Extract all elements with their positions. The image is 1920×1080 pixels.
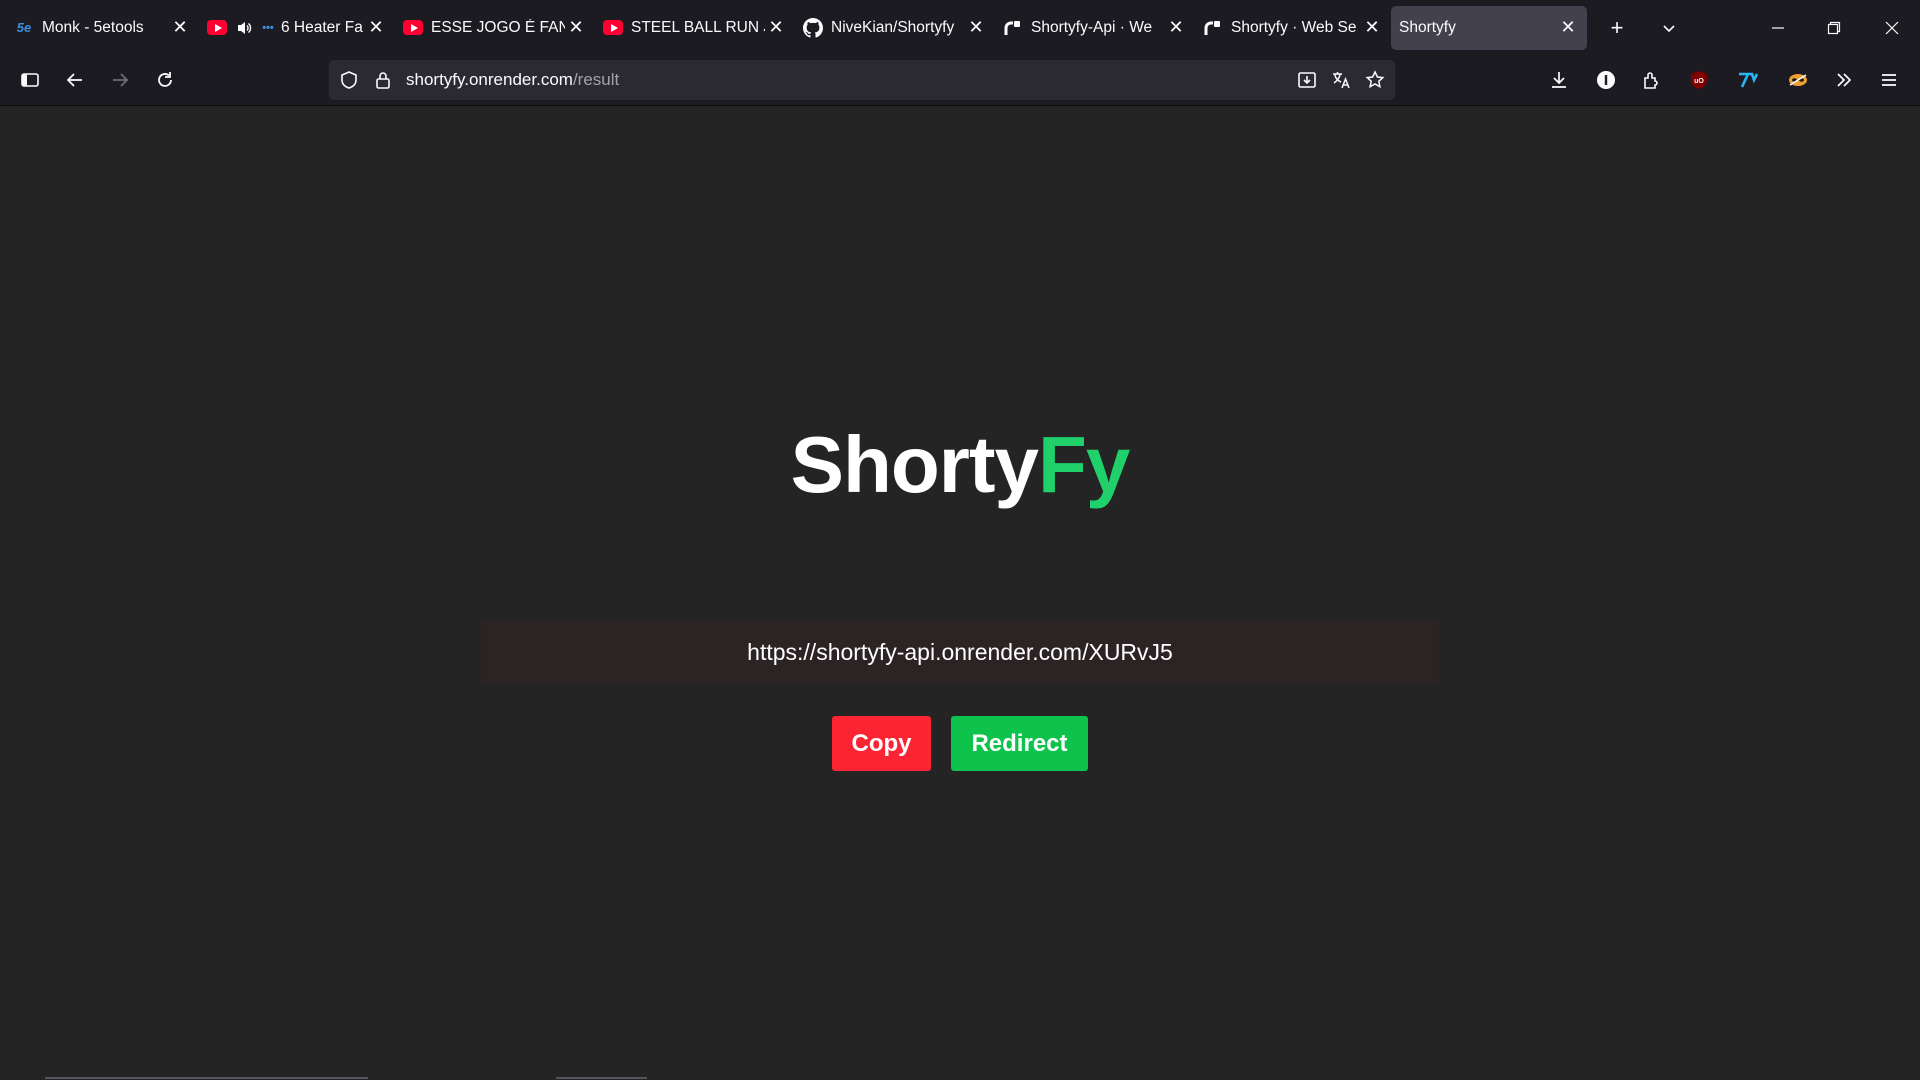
speaker-icon[interactable] bbox=[235, 19, 253, 37]
close-tab-icon[interactable]: ✕ bbox=[1557, 17, 1579, 39]
logo-main-text: Shorty bbox=[790, 420, 1039, 509]
copy-button[interactable]: Copy bbox=[832, 716, 931, 771]
youtube-icon bbox=[403, 18, 423, 38]
youtube-icon bbox=[207, 18, 227, 38]
github-icon bbox=[803, 17, 823, 38]
extensions-puzzle-icon[interactable] bbox=[1631, 60, 1671, 100]
scroll-indicator bbox=[45, 1077, 368, 1079]
reload-icon[interactable] bbox=[145, 60, 185, 100]
minimize-icon[interactable] bbox=[1750, 0, 1806, 55]
new-tab-button[interactable]: + bbox=[1597, 8, 1637, 48]
close-tab-icon[interactable]: ✕ bbox=[365, 17, 387, 39]
tab-label: NiveKian/Shortyfy bbox=[831, 18, 955, 36]
install-page-icon[interactable] bbox=[1292, 65, 1322, 95]
tab-esse-jogo[interactable]: ESSE JOGO É FANTÁ ✕ bbox=[395, 6, 595, 50]
tracking-protection-shield-icon[interactable] bbox=[334, 65, 364, 95]
scroll-indicator bbox=[556, 1077, 647, 1079]
back-arrow-icon[interactable] bbox=[55, 60, 95, 100]
forward-arrow-icon[interactable] bbox=[100, 60, 140, 100]
url-text[interactable]: shortyfy.onrender.com/result bbox=[406, 70, 619, 90]
translate-icon[interactable] bbox=[1326, 65, 1356, 95]
render-icon bbox=[1003, 18, 1023, 38]
close-window-icon[interactable] bbox=[1864, 0, 1920, 55]
7tv-extension-icon[interactable] bbox=[1728, 60, 1768, 100]
sidebar-toggle-icon[interactable] bbox=[10, 60, 50, 100]
close-tab-icon[interactable]: ✕ bbox=[565, 17, 587, 39]
hamburger-menu-icon[interactable] bbox=[1869, 60, 1909, 100]
close-tab-icon[interactable]: ✕ bbox=[1165, 17, 1187, 39]
downloads-icon[interactable] bbox=[1539, 60, 1579, 100]
ublock-origin-icon[interactable]: uO bbox=[1679, 60, 1719, 100]
5etools-icon: 5e bbox=[16, 20, 32, 35]
tab-shortyfy-api-render[interactable]: Shortyfy-Api · We ✕ bbox=[995, 6, 1195, 50]
extension-mask-icon[interactable] bbox=[1778, 60, 1818, 100]
tab-shortyfy-active[interactable]: Shortyfy ✕ bbox=[1391, 5, 1587, 50]
close-tab-icon[interactable]: ✕ bbox=[1361, 17, 1383, 39]
page-logo: ShortyFy bbox=[0, 419, 1920, 511]
short-url-text[interactable]: https://shortyfy-api.onrender.com/XURvJ5 bbox=[747, 639, 1173, 666]
list-all-tabs-button[interactable] bbox=[1649, 8, 1689, 48]
tab-label: Shortyfy · Web Se bbox=[1231, 18, 1357, 36]
redirect-button[interactable]: Redirect bbox=[951, 716, 1088, 771]
tab-label: STEEL BALL RUN Jo bbox=[631, 18, 765, 36]
tab-heater[interactable]: ••• 6 Heater Fa ✕ bbox=[199, 6, 395, 50]
url-path: /result bbox=[572, 70, 620, 89]
tab-label: Shortyfy bbox=[1399, 18, 1456, 36]
tab-label: 6 Heater Fa bbox=[281, 18, 363, 36]
tab-shortyfy-web-service[interactable]: Shortyfy · Web Se ✕ bbox=[1195, 6, 1391, 50]
tab-label: ESSE JOGO É FANTÁ bbox=[431, 18, 565, 36]
tab-steel-ball-run[interactable]: STEEL BALL RUN Jo ✕ bbox=[595, 6, 795, 50]
info-extension-icon[interactable] bbox=[1586, 60, 1626, 100]
svg-text:uO: uO bbox=[1694, 78, 1704, 85]
tab-github-shortyfy[interactable]: NiveKian/Shortyfy ✕ bbox=[795, 6, 995, 50]
address-bar[interactable]: shortyfy.onrender.com/result bbox=[329, 60, 1395, 100]
dots-icon: ••• bbox=[262, 21, 274, 34]
tab-label: Shortyfy-Api · We bbox=[1031, 18, 1153, 36]
page-content: ShortyFy https://shortyfy-api.onrender.c… bbox=[0, 106, 1920, 1080]
lock-icon[interactable] bbox=[368, 65, 398, 95]
close-tab-icon[interactable]: ✕ bbox=[965, 17, 987, 39]
tab-label: Monk - 5etools bbox=[42, 18, 144, 36]
close-tab-icon[interactable]: ✕ bbox=[765, 17, 787, 39]
youtube-icon bbox=[603, 18, 623, 38]
close-tab-icon[interactable]: ✕ bbox=[169, 17, 191, 39]
restore-icon[interactable] bbox=[1806, 0, 1862, 55]
bookmark-star-icon[interactable] bbox=[1360, 65, 1390, 95]
tab-bar: 5e Monk - 5etools ✕ ••• 6 Heater Fa ✕ ES… bbox=[0, 0, 1920, 55]
more-tools-chevrons-icon[interactable] bbox=[1824, 60, 1864, 100]
navigation-toolbar: shortyfy.onrender.com/result uO bbox=[0, 55, 1920, 106]
logo-accent-text: Fy bbox=[1038, 420, 1130, 509]
browser-chrome: 5e Monk - 5etools ✕ ••• 6 Heater Fa ✕ ES… bbox=[0, 0, 1920, 106]
tab-monk-5etools[interactable]: 5e Monk - 5etools ✕ bbox=[6, 6, 199, 50]
url-domain: shortyfy.onrender.com bbox=[406, 70, 573, 89]
short-url-display[interactable]: https://shortyfy-api.onrender.com/XURvJ5 bbox=[481, 620, 1439, 684]
render-icon bbox=[1203, 18, 1223, 38]
